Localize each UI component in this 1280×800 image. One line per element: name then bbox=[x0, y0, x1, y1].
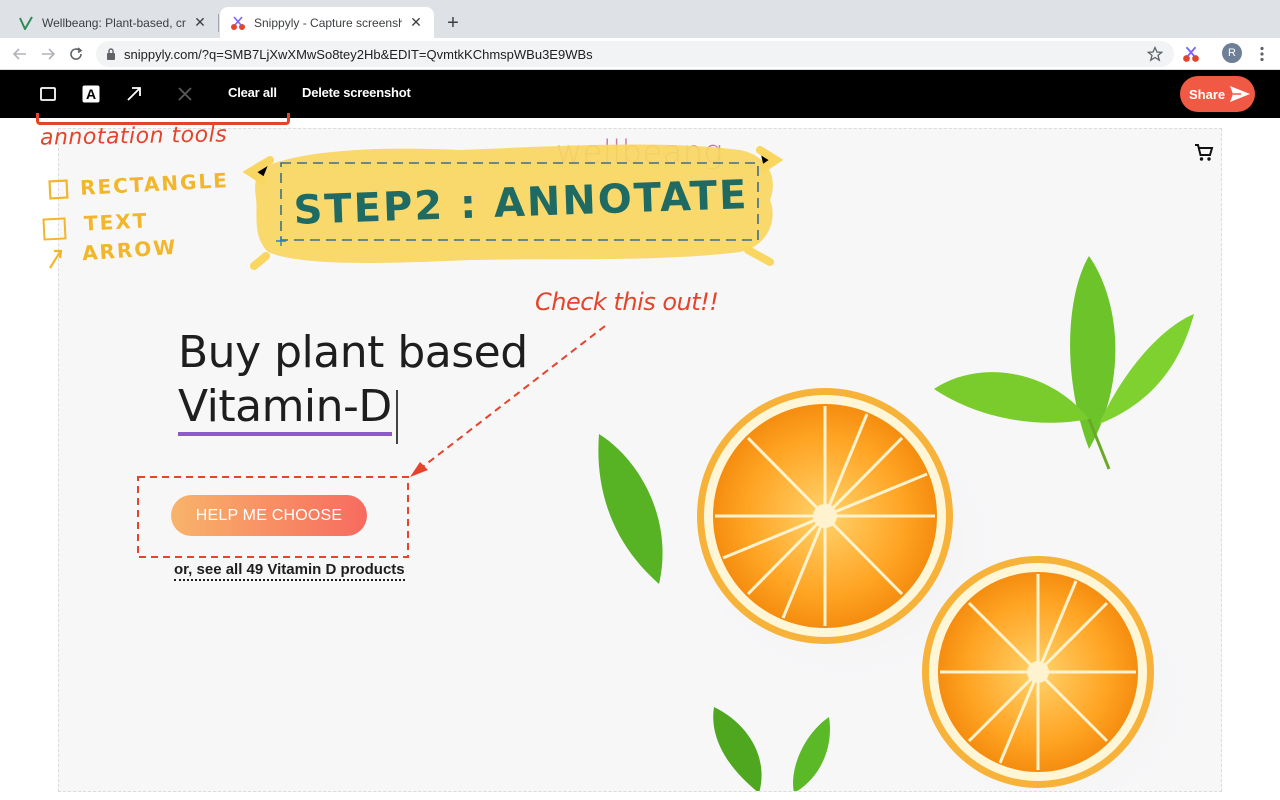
annotation-tools-note: annotation tools bbox=[39, 122, 228, 151]
kebab-menu-icon[interactable] bbox=[1252, 44, 1272, 64]
browser-toolbar: snippyly.com/?q=SMB7LjXwXMwSo8tey2Hb&EDI… bbox=[0, 38, 1280, 70]
legend-text-label: TEXT bbox=[83, 208, 149, 236]
scissors-icon bbox=[230, 15, 246, 31]
hero-headline: Buy plant based Vitamin-D bbox=[178, 326, 528, 436]
tab-snippyly[interactable]: Snippyly - Capture screenshot ✕ bbox=[220, 7, 434, 38]
browser-tabstrip: Wellbeang: Plant-based, cruelt ✕ Snippyl… bbox=[0, 0, 1280, 38]
arrow-tool-icon[interactable] bbox=[122, 82, 146, 106]
delete-shape-icon[interactable] bbox=[173, 82, 197, 106]
bookmark-star-icon[interactable] bbox=[1146, 45, 1164, 63]
clear-all-button[interactable]: Clear all bbox=[228, 85, 277, 100]
orange-slice-large bbox=[697, 388, 953, 644]
reload-icon[interactable] bbox=[66, 44, 86, 64]
rectangle-tool-icon[interactable] bbox=[36, 82, 60, 106]
wellbeang-favicon-icon bbox=[18, 15, 34, 31]
text-caret bbox=[396, 390, 398, 444]
close-icon[interactable]: ✕ bbox=[408, 14, 424, 31]
share-label: Share bbox=[1189, 86, 1226, 102]
tab-title: Wellbeang: Plant-based, cruelt bbox=[42, 15, 186, 30]
help-me-choose-button[interactable]: HELP ME CHOOSE bbox=[171, 495, 367, 536]
tab-separator bbox=[218, 14, 219, 32]
check-this-out-annotation[interactable]: Check this out!! bbox=[535, 288, 719, 316]
profile-avatar[interactable]: R bbox=[1222, 43, 1242, 63]
forward-arrow-icon[interactable] bbox=[38, 44, 58, 64]
headline-line-2: Vitamin-D bbox=[178, 382, 392, 436]
url-text: snippyly.com/?q=SMB7LjXwXMwSo8tey2Hb&EDI… bbox=[124, 46, 593, 62]
address-bar[interactable]: snippyly.com/?q=SMB7LjXwXMwSo8tey2Hb&EDI… bbox=[96, 41, 1174, 67]
tab-title: Snippyly - Capture screenshot bbox=[254, 15, 402, 30]
delete-screenshot-button[interactable]: Delete screenshot bbox=[302, 85, 411, 100]
text-tool-icon[interactable]: A bbox=[79, 82, 103, 106]
close-icon[interactable]: ✕ bbox=[192, 14, 208, 31]
cart-icon[interactable] bbox=[1194, 143, 1214, 163]
tab-wellbeang[interactable]: Wellbeang: Plant-based, cruelt ✕ bbox=[8, 7, 218, 38]
lock-icon bbox=[106, 48, 116, 60]
headline-line-1: Buy plant based bbox=[178, 327, 528, 378]
app-window: Wellbeang: Plant-based, cruelt ✕ Snippyl… bbox=[0, 0, 1280, 800]
see-all-products-link[interactable]: or, see all 49 Vitamin D products bbox=[174, 561, 405, 581]
snippyly-extension-icon[interactable] bbox=[1182, 45, 1200, 63]
text-tool-glyph: A bbox=[86, 86, 96, 102]
new-tab-button[interactable]: + bbox=[442, 12, 464, 34]
annotation-toolbar: A Clear all Delete screenshot Share bbox=[0, 70, 1280, 118]
back-arrow-icon[interactable] bbox=[10, 44, 30, 64]
share-button[interactable]: Share bbox=[1180, 76, 1255, 112]
orange-slice-small bbox=[922, 556, 1154, 788]
send-icon bbox=[1229, 85, 1251, 103]
